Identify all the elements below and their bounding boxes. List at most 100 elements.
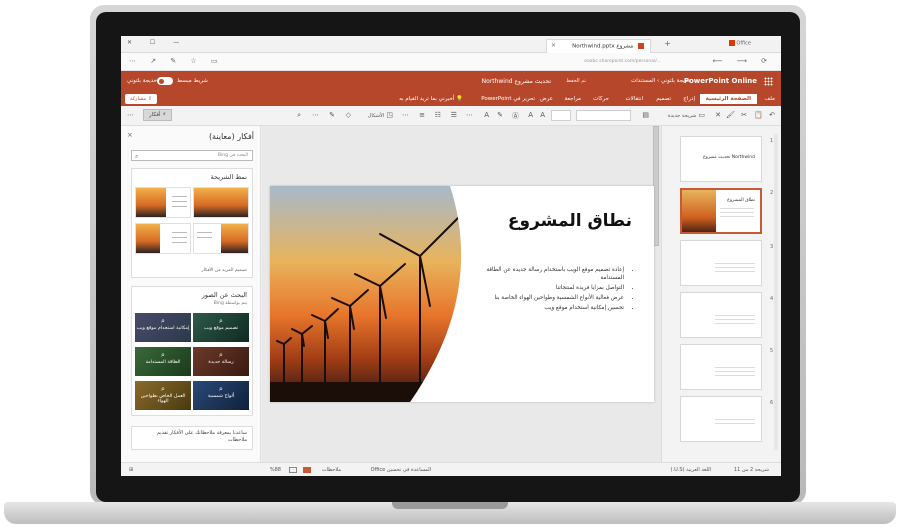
image-search-input[interactable]: البحث في Bing ⌕	[131, 150, 253, 161]
tab-review[interactable]: مراجعة	[564, 96, 581, 102]
browser-nav-icons[interactable]: ⟵ ⟶ ⟳	[713, 57, 773, 65]
undo-icon[interactable]: ↶	[769, 111, 775, 119]
numbering-icon[interactable]: ☷	[435, 111, 441, 119]
layout-option-4[interactable]	[135, 223, 191, 254]
paste-icon[interactable]: 📋	[754, 111, 763, 119]
user-name[interactable]: خديجة بلتوني	[127, 78, 157, 84]
grow-font-icon[interactable]: A	[540, 111, 545, 119]
zoom-level[interactable]: %88	[270, 467, 281, 473]
more-drawing-icon[interactable]: ⋯	[312, 111, 319, 119]
more-design-ideas-link[interactable]: تصميم المزيد من الأفكار	[196, 266, 252, 275]
layout-option-1[interactable]	[193, 187, 249, 218]
slide-thumbnail-1[interactable]: تحديث مشروع Northwind	[680, 136, 762, 182]
slide-thumbnail-3[interactable]	[680, 240, 762, 286]
slide-position: شريحة 2 من 11	[733, 467, 769, 473]
search-icon: ⌕	[161, 385, 165, 393]
tab-file[interactable]: ملف	[765, 96, 775, 102]
align-icon[interactable]: ≡	[419, 111, 425, 119]
help-improve-office[interactable]: المساعدة في تحسين Office	[371, 467, 431, 473]
image-tile-new-message[interactable]: ⌕ رسالة جديدة	[193, 347, 249, 376]
thumb-text-lines	[715, 263, 755, 275]
layout-option-3[interactable]	[193, 223, 249, 254]
delete-icon[interactable]: ✕	[715, 111, 721, 119]
clear-format-icon[interactable]: Ⓐ	[512, 111, 519, 121]
image-tile-website-design[interactable]: ⌕ تصميم موقع ويب	[193, 313, 249, 342]
format-painter-icon[interactable]: 🖌	[726, 111, 735, 119]
bullet-item: التواصل بمزايا فريدة لمنتجاتنا	[474, 284, 624, 292]
share-button[interactable]: ⇪ مشاركة	[125, 94, 157, 104]
office-tab-label: Office	[736, 40, 751, 47]
language-indicator[interactable]: اللغة العربية (U.S.)	[671, 467, 711, 473]
search-icon: ⌕	[219, 317, 223, 325]
slide-sorter-icon[interactable]	[289, 467, 297, 473]
thumbnails-scrollbar[interactable]	[774, 134, 778, 450]
breadcrumb[interactable]: خديجة بلتوني › المستندات	[631, 78, 691, 84]
image-tile-sustainable-energy[interactable]: ⌕ الطاقة المستدامة	[135, 347, 191, 376]
slide-title[interactable]: نطاق المشروع	[508, 211, 632, 231]
font-size-box[interactable]	[551, 110, 571, 121]
tab-home[interactable]: الصفحة الرئيسية	[699, 94, 757, 104]
close-icon[interactable]: ×	[127, 131, 133, 139]
shapes-button[interactable]: ◳ الأشكال	[368, 111, 393, 119]
font-color-icon[interactable]: A	[484, 111, 489, 119]
more-options-icon[interactable]: ⋯	[127, 111, 134, 119]
layout-option-2[interactable]	[135, 187, 191, 218]
browser-action-icons[interactable]: ⋯ ↗ ✎ ☆ ▭	[129, 57, 224, 65]
thumb-number: 1	[770, 138, 774, 144]
office-icon	[728, 40, 735, 46]
new-slide-button[interactable]: ▭ شريحة جديدة	[668, 111, 705, 119]
slide-thumbnail-5[interactable]	[680, 344, 762, 390]
shrink-font-icon[interactable]: A	[528, 111, 533, 119]
image-tile-solar-panels[interactable]: ⌕ ألواح شمسية	[193, 381, 249, 410]
tab-design[interactable]: تصميم	[656, 96, 671, 102]
tab-transitions[interactable]: انتقالات	[626, 96, 644, 102]
status-bar: شريحة 2 من 11 اللغة العربية (U.S.) المسا…	[121, 462, 781, 476]
thumb-title: تحديث مشروع Northwind	[702, 155, 755, 160]
url-field[interactable]: eaabc.sharepoint.com/personal/...	[584, 59, 661, 64]
tab-edit-in-powerpoint[interactable]: تحرير في PowerPoint	[481, 96, 535, 102]
slide-thumbnail-4[interactable]	[680, 292, 762, 338]
browser-tab-active[interactable]: مشروع Northwind.pptx ×	[546, 39, 651, 53]
find-icon[interactable]: ⌕	[297, 111, 301, 120]
tell-me-label: أخبرني بما تريد القيام به	[399, 96, 455, 102]
shape-fill-icon[interactable]: ◇	[346, 111, 351, 119]
search-icon: ⌕	[161, 351, 165, 359]
thumb-number: 2	[770, 190, 774, 196]
new-tab-icon[interactable]: +	[664, 39, 671, 48]
window-controls[interactable]: ✕ ☐ —	[127, 39, 187, 46]
search-icon[interactable]: ⌕	[135, 153, 138, 161]
feedback-box[interactable]: ساعدنا بمعرفة ملاحظاتك على الأفكار تقديم…	[131, 426, 253, 450]
thumb-number: 3	[770, 244, 774, 250]
tab-view[interactable]: عرض	[540, 96, 553, 102]
slide-bullets[interactable]: إعادة تصميم موقع الويب باستخدام رسالة جد…	[474, 266, 634, 314]
tell-me-search[interactable]: 💡 أخبرني بما تريد القيام به	[399, 96, 463, 102]
normal-view-icon[interactable]	[303, 467, 311, 473]
fit-to-window-icon[interactable]: ⊞	[129, 467, 133, 473]
image-tile-windmills[interactable]: ⌕ العمل الخاص بطواحين الهواء	[135, 381, 191, 410]
layout-icon[interactable]: ▤	[642, 111, 649, 119]
bullets-icon[interactable]: ☰	[451, 111, 457, 119]
more-font-icon[interactable]: ⋯	[466, 111, 473, 119]
current-slide[interactable]: نطاق المشروع إعادة تصميم موقع الويب باست…	[270, 186, 654, 402]
more-paragraph-icon[interactable]: ⋯	[402, 111, 409, 119]
slide-thumbnail-2[interactable]: نطاق المشروع	[680, 188, 762, 234]
font-family-box[interactable]	[576, 110, 631, 121]
document-title[interactable]: تحديث مشروع Northwind	[482, 78, 551, 85]
shape-outline-icon[interactable]: ✎	[329, 111, 335, 119]
image-tile-website-usability[interactable]: ⌕ إمكانية استخدام موقع ويب	[135, 313, 191, 342]
powerpoint-file-icon	[638, 43, 644, 49]
app-launcher-icon[interactable]	[764, 77, 773, 86]
text-line	[172, 232, 187, 233]
thumb-image	[682, 190, 716, 232]
office-tab[interactable]: Office	[727, 40, 751, 47]
simplified-ribbon-toggle[interactable]	[157, 77, 173, 85]
highlight-icon[interactable]: ✎	[497, 111, 503, 119]
tab-animations[interactable]: حركات	[593, 96, 609, 102]
ideas-button[interactable]: ⚡ أفكار	[143, 109, 173, 121]
slide-thumbnail-6[interactable]	[680, 396, 762, 442]
close-tab-icon[interactable]: ×	[551, 42, 556, 49]
app-name[interactable]: PowerPoint Online	[684, 77, 757, 85]
cut-icon[interactable]: ✂	[741, 111, 747, 119]
tab-insert[interactable]: إدراج	[683, 96, 695, 102]
notes-button[interactable]: ملاحظات	[322, 467, 341, 473]
